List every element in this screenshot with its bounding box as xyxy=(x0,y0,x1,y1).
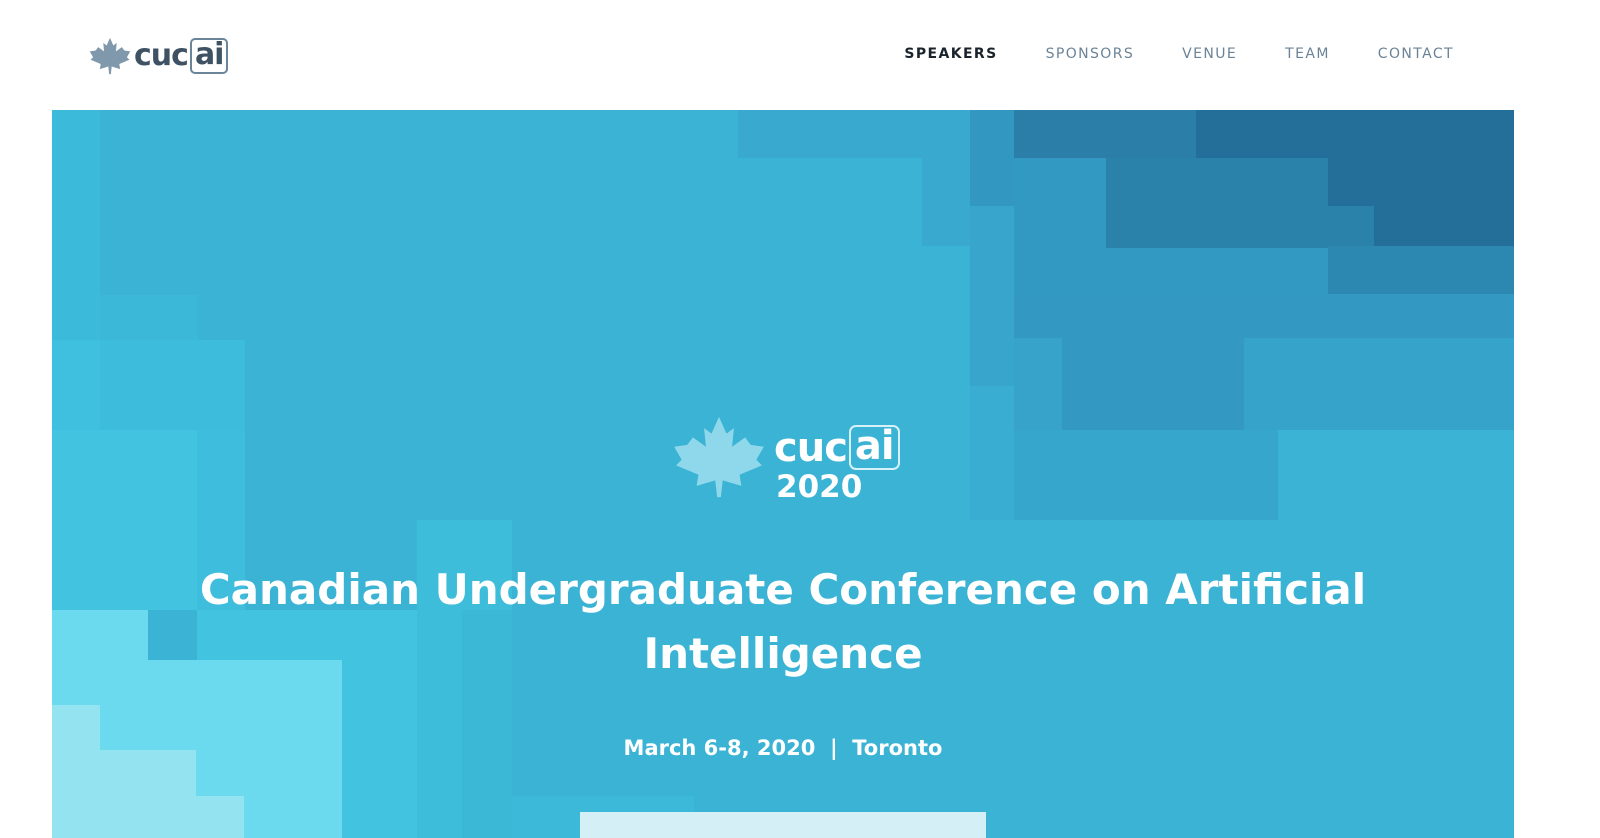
nav-contact[interactable]: CONTACT xyxy=(1378,44,1454,64)
maple-leaf-icon xyxy=(674,416,764,498)
hero-logo-ai-box: ai xyxy=(848,425,900,470)
hero-logo: cuc ai 2020 xyxy=(670,415,900,505)
nav-team[interactable]: TEAM xyxy=(1285,44,1330,64)
site-logo[interactable]: cuc ai xyxy=(88,36,229,76)
nav-speakers[interactable]: SPEAKERS xyxy=(904,44,997,64)
main-nav: SPEAKERS SPONSORS VENUE TEAM CONTACT xyxy=(856,44,1454,64)
hero-logo-year: 2020 xyxy=(776,469,863,505)
event-date-location: March 6-8, 2020 | Toronto xyxy=(623,736,943,760)
hero-banner: cuc ai 2020 Canadian Undergraduate Confe… xyxy=(52,110,1514,838)
maple-leaf-icon xyxy=(89,37,131,75)
logo-ai-box: ai xyxy=(189,38,229,74)
hero-content: cuc ai 2020 Canadian Undergraduate Confe… xyxy=(52,110,1514,838)
page-title: Canadian Undergraduate Conference on Art… xyxy=(199,565,1367,678)
nav-venue[interactable]: VENUE xyxy=(1182,44,1237,64)
nav-sponsors[interactable]: SPONSORS xyxy=(1046,44,1135,64)
logo-text: cuc xyxy=(134,38,189,73)
hero-cta-button[interactable] xyxy=(580,812,986,838)
site-header: cuc ai SPEAKERS SPONSORS VENUE TEAM CONT… xyxy=(0,0,1600,110)
hero-logo-text: cuc xyxy=(774,424,848,471)
